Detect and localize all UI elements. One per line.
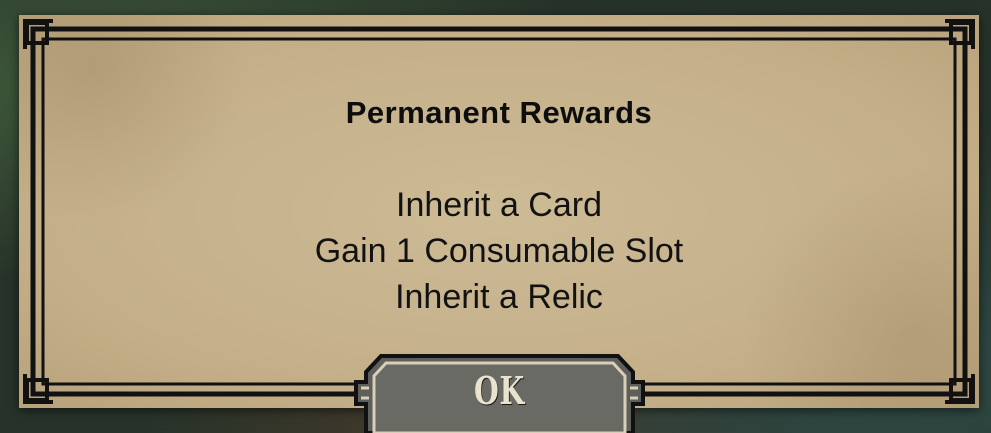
reward-item: Gain 1 Consumable Slot — [314, 232, 684, 270]
reward-item: Inherit a Card — [396, 186, 602, 224]
ok-label: OK — [473, 368, 526, 413]
dialog-title: Permanent Rewards — [345, 95, 653, 130]
rewards-dialog: Permanent Rewards Inherit a Card Gain 1 … — [19, 15, 979, 408]
reward-item: Inherit a Relic — [395, 278, 603, 316]
game-screen: Permanent Rewards Inherit a Card Gain 1 … — [0, 0, 991, 433]
ok-button[interactable]: OK — [353, 352, 646, 433]
rewards-list: Inherit a Card Gain 1 Consumable Slot In… — [19, 182, 979, 320]
